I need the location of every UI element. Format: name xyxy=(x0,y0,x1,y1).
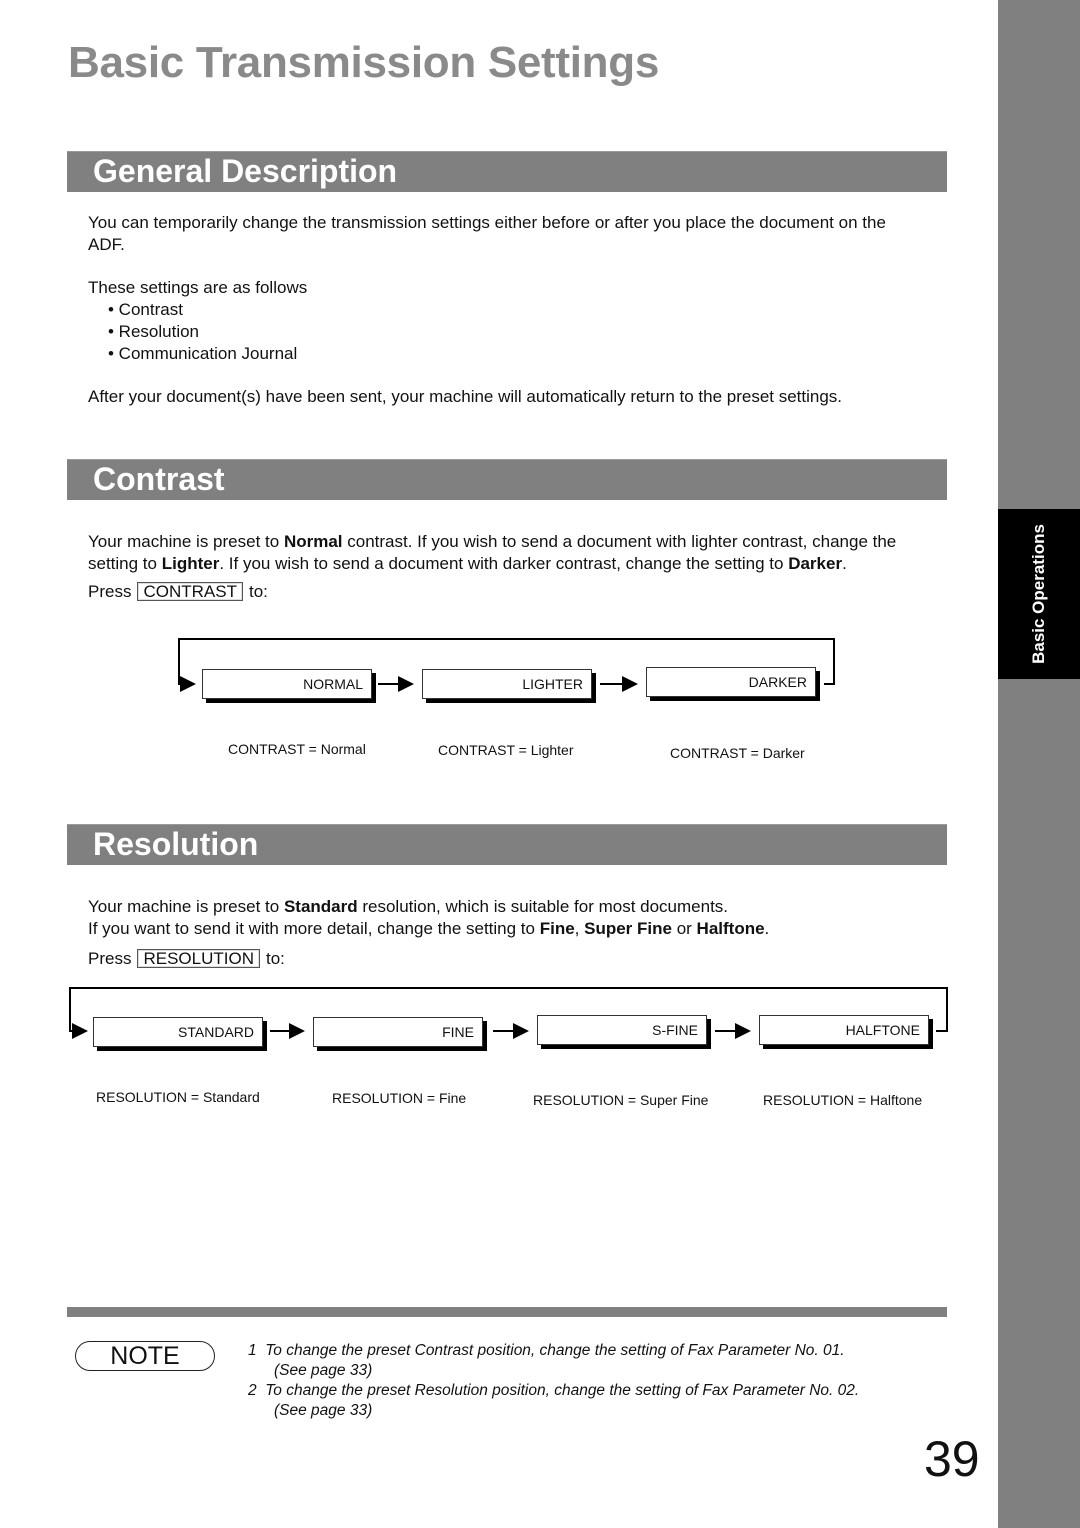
note-item-ref: (See page 33) xyxy=(274,1402,373,1419)
flow-arrows xyxy=(69,638,948,1039)
note-item: 1 To change the preset Contrast position… xyxy=(248,1342,845,1359)
resolution-option-fine: FINE xyxy=(313,1017,483,1047)
resolution-option-halftone: HALFTONE xyxy=(759,1015,929,1045)
contrast-option-lighter: LIGHTER xyxy=(422,669,592,699)
section-header-resolution: Resolution xyxy=(67,824,947,865)
footer-divider xyxy=(67,1307,947,1317)
resolution-caption-halftone: RESOLUTION = Halftone xyxy=(763,1092,923,1108)
section-heading: Resolution xyxy=(93,826,259,862)
page-number: 39 xyxy=(924,1431,980,1487)
resolution-option-s-fine: S-FINE xyxy=(537,1015,707,1045)
text-line: Your machine is preset to Standard resol… xyxy=(88,897,729,916)
resolution-press-instruction: Press RESOLUTION to: xyxy=(88,949,285,968)
resolution-caption-standard: RESOLUTION = Standard xyxy=(96,1089,260,1105)
text-line: If you want to send it with more detail,… xyxy=(88,919,770,938)
note-item-ref: (See page 33) xyxy=(274,1362,373,1379)
resolution-key: RESOLUTION xyxy=(137,949,260,968)
contrast-caption-lighter: CONTRAST = Lighter xyxy=(438,742,574,758)
note-item: 2 To change the preset Resolution positi… xyxy=(248,1382,860,1399)
note-badge: NOTE xyxy=(75,1341,215,1371)
contrast-option-normal: NORMAL xyxy=(202,669,372,699)
contrast-caption-darker: CONTRAST = Darker xyxy=(670,745,805,761)
resolution-caption-super-fine: RESOLUTION = Super Fine xyxy=(533,1092,709,1108)
resolution-option-standard: STANDARD xyxy=(93,1017,263,1047)
contrast-option-darker: DARKER xyxy=(646,667,816,697)
contrast-caption-normal: CONTRAST = Normal xyxy=(228,741,366,757)
resolution-caption-fine: RESOLUTION = Fine xyxy=(332,1090,467,1106)
resolution-description: Your machine is preset to Standard resol… xyxy=(88,896,958,940)
